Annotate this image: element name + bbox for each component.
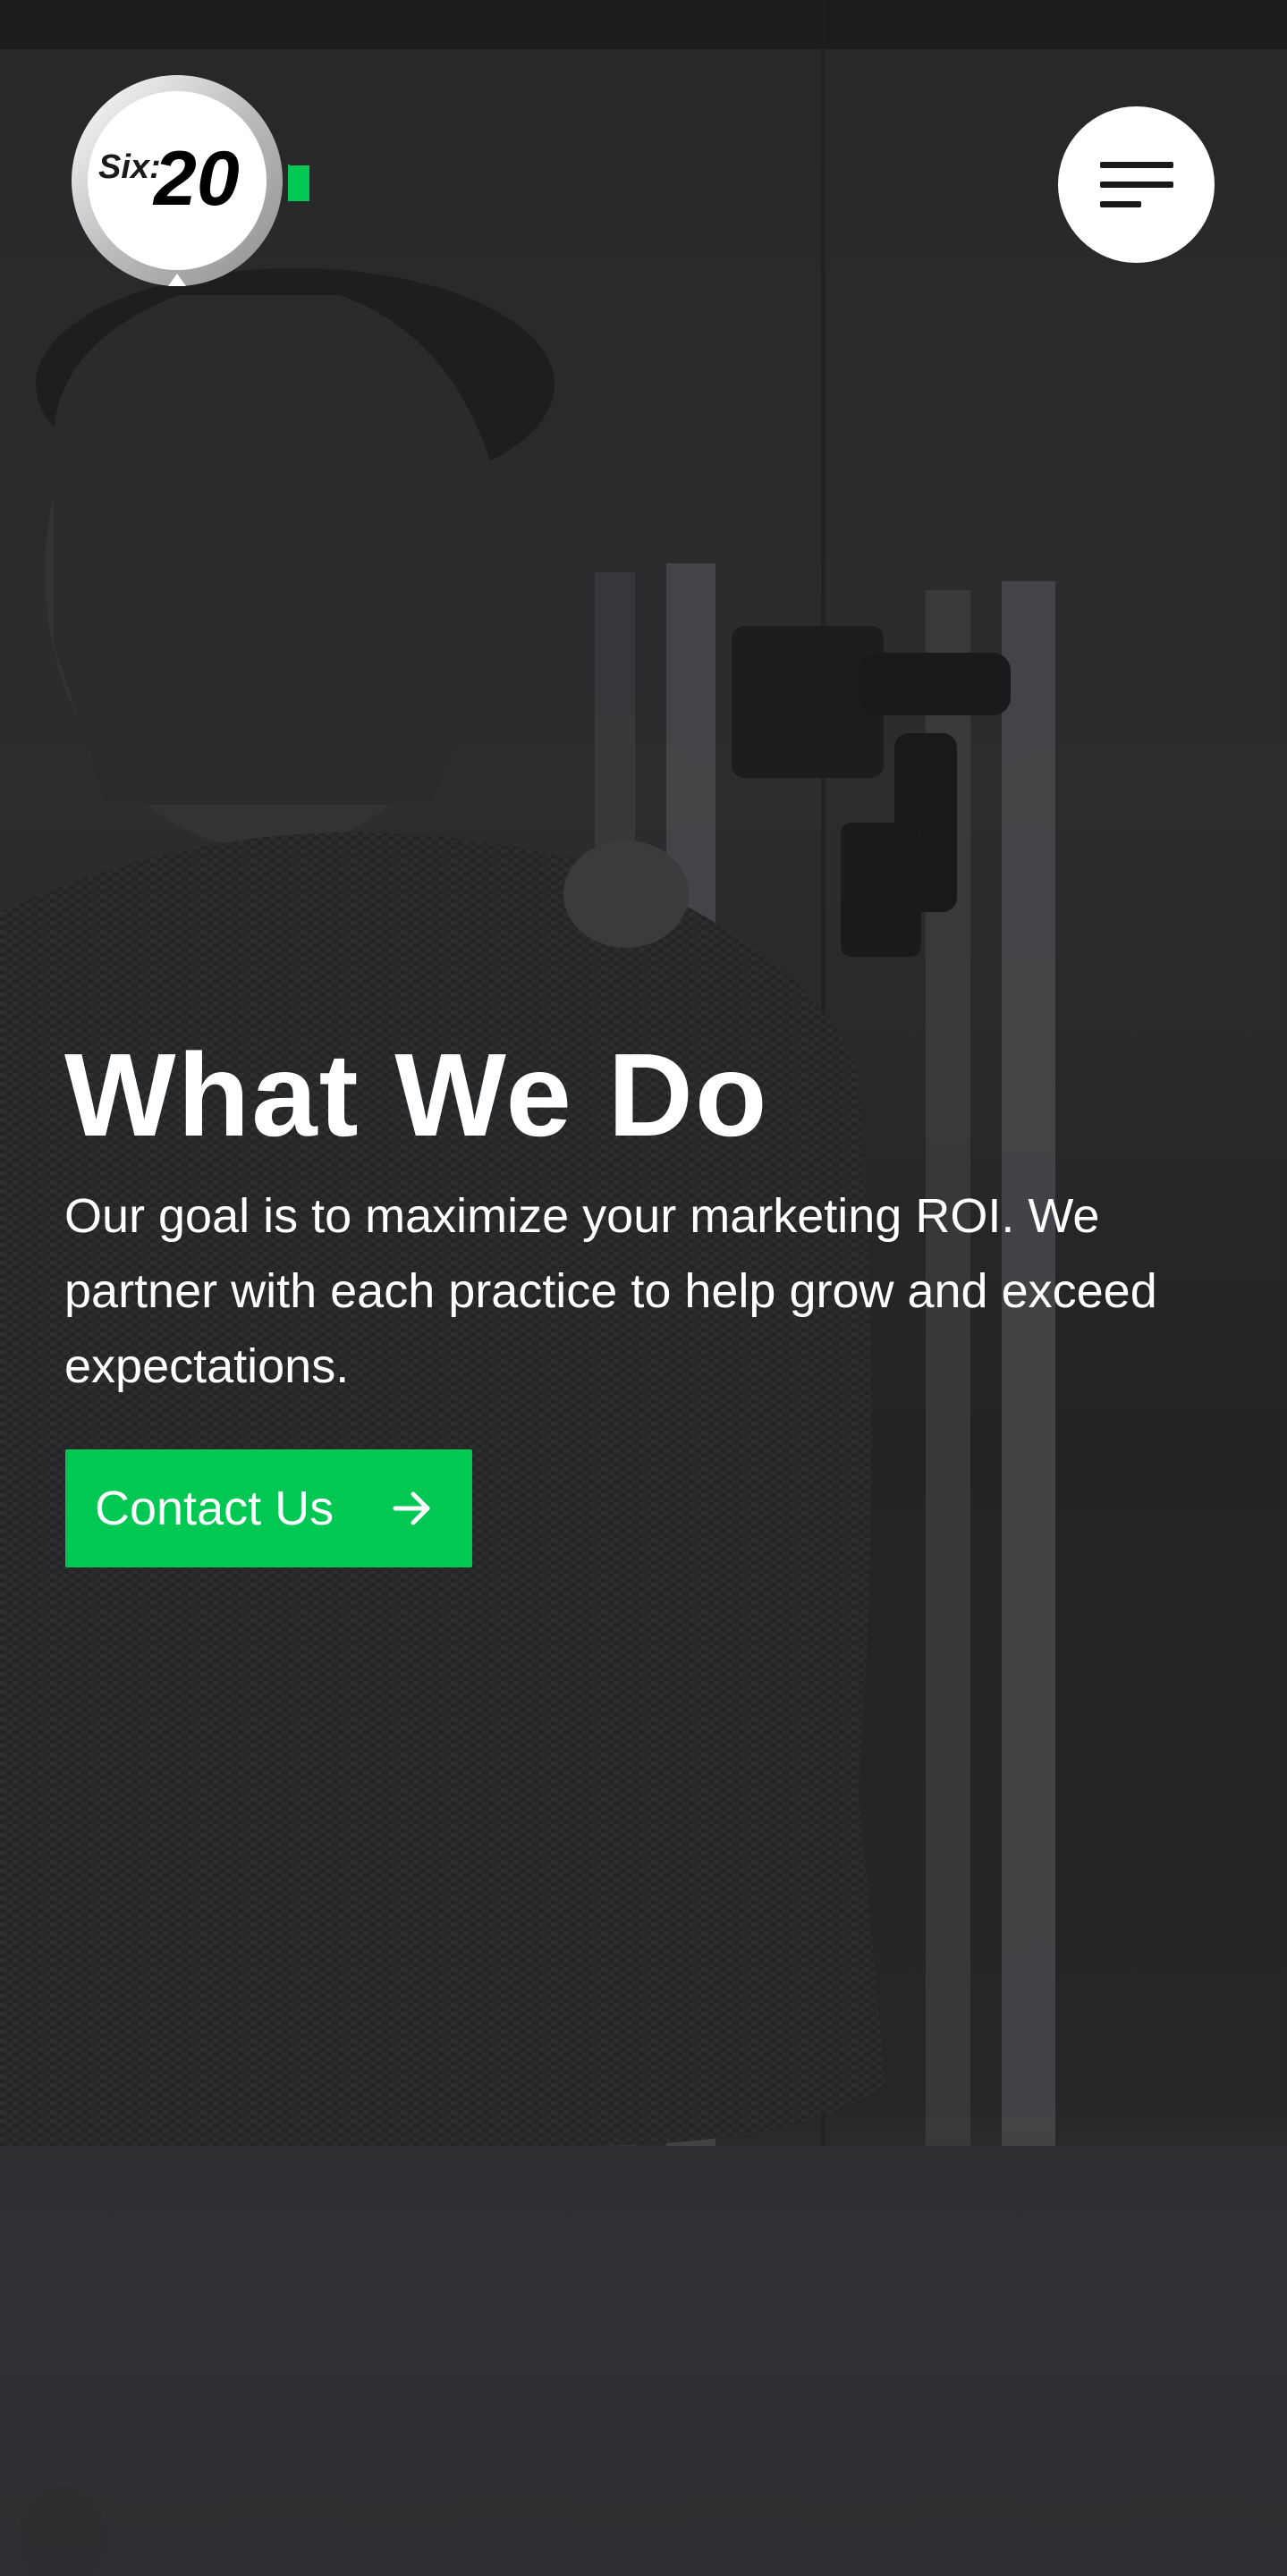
six20-logo[interactable]: Six: 20 bbox=[72, 75, 290, 293]
hero-content: What We Do Our goal is to maximize your … bbox=[64, 1028, 1227, 1404]
contact-us-label: Contact Us bbox=[95, 1482, 334, 1535]
logo-accent-bar bbox=[288, 165, 309, 201]
arrow-right-icon bbox=[393, 1491, 430, 1525]
contact-us-button[interactable]: Contact Us bbox=[65, 1449, 472, 1567]
hero-section: Six: 20 What We Do Our goal is to maximi… bbox=[0, 0, 1287, 2576]
floor-gradient bbox=[0, 2128, 1287, 2576]
menu-button[interactable] bbox=[1058, 106, 1215, 263]
page-title: What We Do bbox=[64, 1029, 769, 1161]
hero-description: Our goal is to maximize your marketing R… bbox=[64, 1189, 1157, 1393]
logo-number: 20 bbox=[152, 136, 240, 222]
logo-prefix: Six: bbox=[98, 148, 161, 186]
